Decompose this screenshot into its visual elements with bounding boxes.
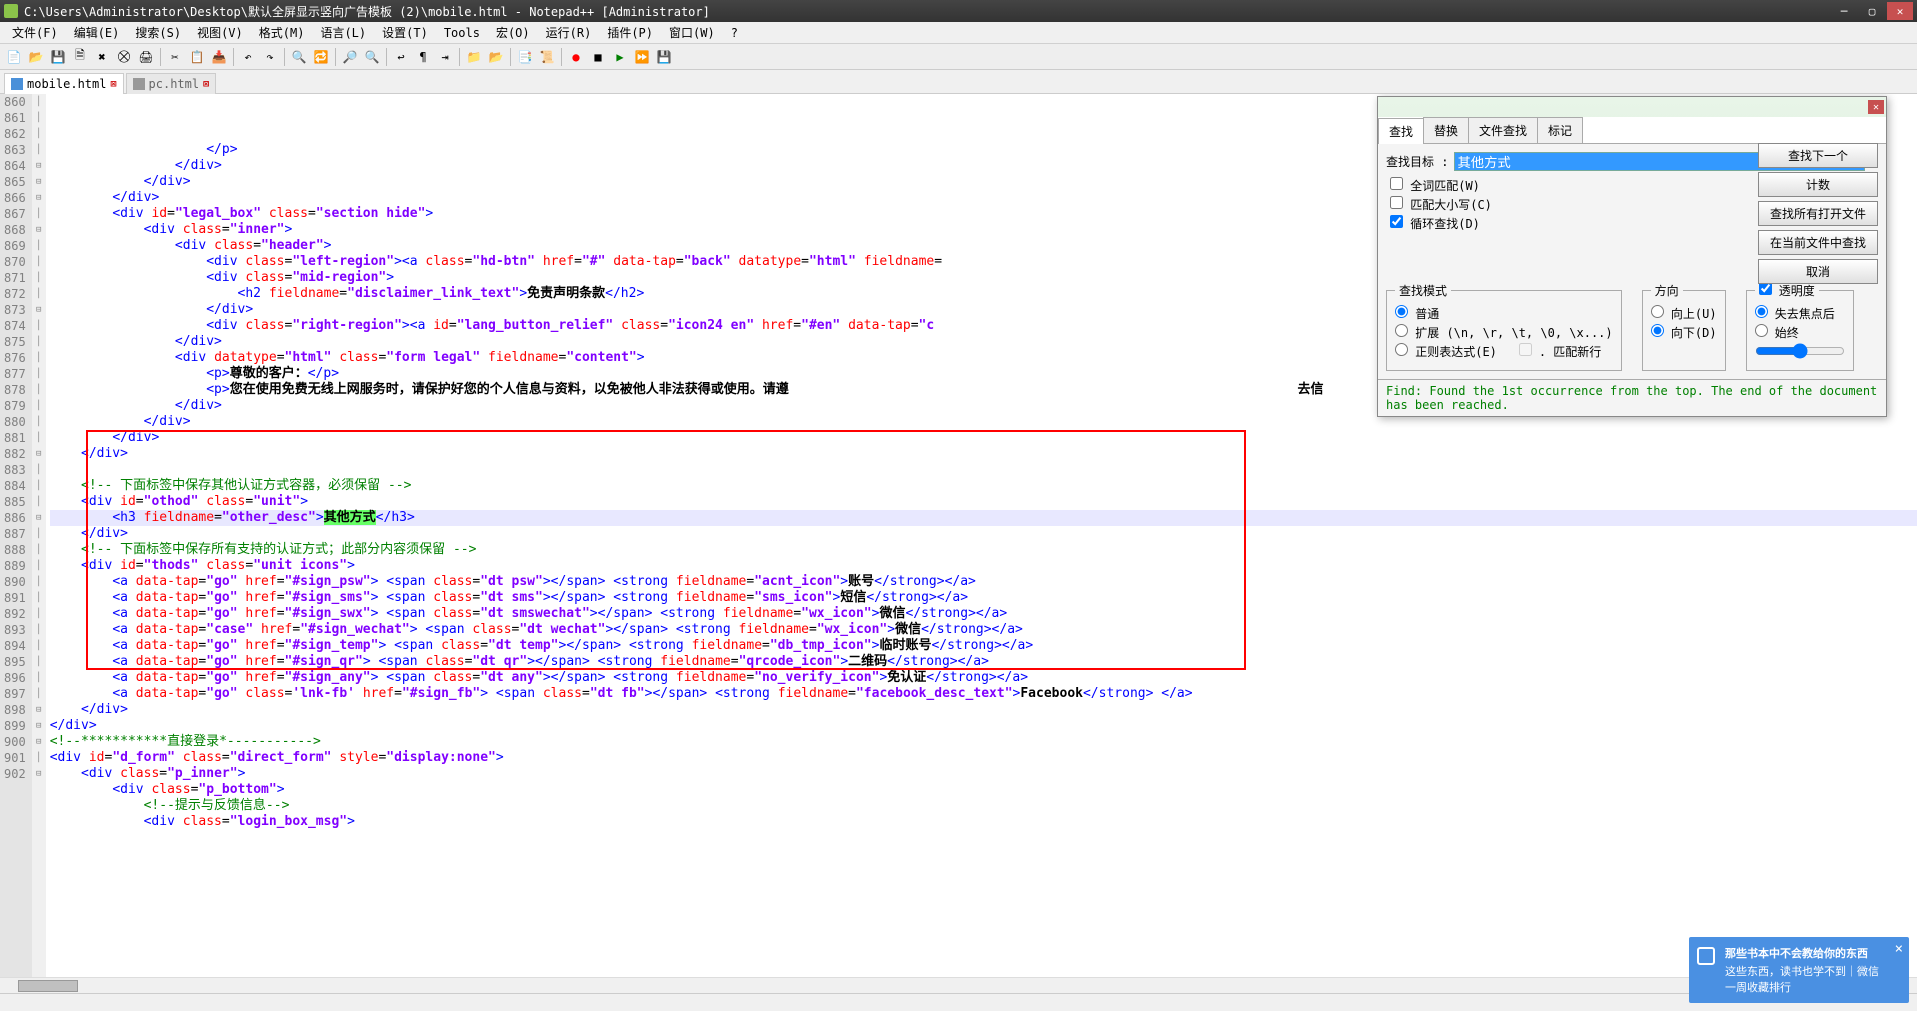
file-icon [133,78,145,90]
transparency-group: 透明度 失去焦点后 始终 [1746,282,1854,371]
close-button[interactable]: ✕ [1887,2,1913,20]
funclist-icon[interactable]: 📜 [537,47,557,67]
menu-run[interactable]: 运行(R) [538,22,600,43]
mode-normal-radio[interactable]: 普通 [1395,305,1613,322]
menu-help[interactable]: ? [723,24,746,42]
mode-regex-radio[interactable]: 正则表达式(E) . 匹配新行 [1395,343,1613,360]
undo-icon[interactable]: ↶ [238,47,258,67]
print-icon[interactable]: 🖨 [136,47,156,67]
transparency-slider[interactable] [1755,343,1845,359]
find-tab-mark[interactable]: 标记 [1537,117,1583,143]
saveall-icon[interactable]: 🗎 [70,47,90,67]
menu-format[interactable]: 格式(M) [251,22,313,43]
redo-icon[interactable]: ↷ [260,47,280,67]
zoomout-icon[interactable]: 🔍 [362,47,382,67]
find-all-open-button[interactable]: 查找所有打开文件 [1758,201,1878,226]
window-titlebar: C:\Users\Administrator\Desktop\默认全屏显示竖向广… [0,0,1917,22]
fold-icon[interactable]: 📁 [464,47,484,67]
count-button[interactable]: 计数 [1758,172,1878,197]
menu-edit[interactable]: 编辑(E) [66,22,128,43]
showall-icon[interactable]: ¶ [413,47,433,67]
macro-save-icon[interactable]: 💾 [654,47,674,67]
file-icon [11,78,23,90]
toolbar: 📄 📂 💾 🗎 ✖ ⛒ 🖨 ✂ 📋 📥 ↶ ↷ 🔍 🔁 🔎 🔍 ↩ ¶ ⇥ 📁 … [0,44,1917,70]
menu-bar: 文件(F) 编辑(E) 搜索(S) 视图(V) 格式(M) 语言(L) 设置(T… [0,22,1917,44]
menu-lang[interactable]: 语言(L) [312,22,374,43]
search-mode-group: 查找模式 普通 扩展 (\n, \r, \t, \0, \x...) 正则表达式… [1386,282,1622,371]
tab-mobile[interactable]: mobile.html ⊠ [4,73,124,94]
save-icon[interactable]: 💾 [48,47,68,67]
tab-label: pc.html [149,77,200,91]
copy-icon[interactable]: 📋 [187,47,207,67]
find-status: Find: Found the 1st occurrence from the … [1378,379,1886,416]
tab-pc[interactable]: pc.html ⊠ [126,73,217,94]
notification-toast[interactable]: × 那些书本中不会教给你的东西 这些东西，读书也学不到｜微信一周收藏排行 [1689,937,1909,1003]
toast-title: 那些书本中不会教给你的东西 [1725,945,1881,961]
macro-repeat-icon[interactable]: ⏩ [632,47,652,67]
find-tab-find[interactable]: 查找 [1378,118,1424,144]
dir-down-radio[interactable]: 向下(D) [1651,324,1717,341]
toast-icon [1697,947,1715,965]
find-in-current-button[interactable]: 在当前文件中查找 [1758,230,1878,255]
find-buttons: 查找下一个 计数 查找所有打开文件 在当前文件中查找 取消 [1758,143,1878,284]
find-target-label: 查找目标 : [1386,153,1448,170]
toast-close-icon[interactable]: × [1895,941,1903,957]
find-tab-replace[interactable]: 替换 [1423,117,1469,143]
minimize-button[interactable]: ─ [1831,2,1857,20]
find-close-icon[interactable]: ✕ [1868,100,1884,114]
window-title: C:\Users\Administrator\Desktop\默认全屏显示竖向广… [24,3,710,20]
macro-rec-icon[interactable]: ● [566,47,586,67]
menu-search[interactable]: 搜索(S) [127,22,189,43]
find-next-button[interactable]: 查找下一个 [1758,143,1878,168]
direction-group: 方向 向上(U) 向下(D) [1642,282,1726,371]
unfold-icon[interactable]: 📂 [486,47,506,67]
tab-close-icon[interactable]: ⊠ [110,79,116,90]
open-icon[interactable]: 📂 [26,47,46,67]
toast-body: 这些东西，读书也学不到｜微信一周收藏排行 [1725,963,1881,995]
fold-gutter[interactable]: ││││⊟⊟⊟│⊟││││⊟││││││││⊟│││⊟│││││││││││⊟⊟… [32,94,46,993]
indent-icon[interactable]: ⇥ [435,47,455,67]
app-icon [4,4,18,18]
menu-file[interactable]: 文件(F) [4,22,66,43]
cancel-button[interactable]: 取消 [1758,259,1878,284]
document-tabs: mobile.html ⊠ pc.html ⊠ [0,70,1917,94]
replace-icon[interactable]: 🔁 [311,47,331,67]
status-bar [0,993,1917,1011]
macro-play-icon[interactable]: ▶ [610,47,630,67]
horizontal-scrollbar[interactable] [0,977,1917,993]
find-dialog-titlebar[interactable]: ✕ [1378,97,1886,117]
menu-plugins[interactable]: 插件(P) [599,22,661,43]
tab-label: mobile.html [27,77,106,91]
cut-icon[interactable]: ✂ [165,47,185,67]
wordwrap-icon[interactable]: ↩ [391,47,411,67]
find-tab-infiles[interactable]: 文件查找 [1468,117,1538,143]
tab-close-icon[interactable]: ⊠ [203,79,209,90]
find-dialog: ✕ 查找 替换 文件查找 标记 查找目标 : ▾ 查找下一个 计数 查找所有打开… [1377,96,1887,417]
close-icon[interactable]: ✖ [92,47,112,67]
mode-extended-radio[interactable]: 扩展 (\n, \r, \t, \0, \x...) [1395,324,1613,341]
macro-stop-icon[interactable]: ■ [588,47,608,67]
editor-area: 8608618628638648658668678688698708718728… [0,94,1917,993]
trans-always-radio[interactable]: 始终 [1755,324,1845,341]
paste-icon[interactable]: 📥 [209,47,229,67]
closeall-icon[interactable]: ⛒ [114,47,134,67]
find-icon[interactable]: 🔍 [289,47,309,67]
line-number-gutter: 8608618628638648658668678688698708718728… [0,94,32,993]
doclist-icon[interactable]: 📑 [515,47,535,67]
menu-view[interactable]: 视图(V) [189,22,251,43]
trans-lostfocus-radio[interactable]: 失去焦点后 [1755,305,1845,322]
menu-settings[interactable]: 设置(T) [374,22,436,43]
find-tabs: 查找 替换 文件查找 标记 [1378,117,1886,144]
menu-macro[interactable]: 宏(O) [488,22,538,43]
scrollbar-thumb[interactable] [18,980,78,992]
zoomin-icon[interactable]: 🔎 [340,47,360,67]
maximize-button[interactable]: ▢ [1859,2,1885,20]
menu-tools[interactable]: Tools [436,24,488,42]
dir-up-radio[interactable]: 向上(U) [1651,305,1717,322]
new-icon[interactable]: 📄 [4,47,24,67]
menu-window[interactable]: 窗口(W) [661,22,723,43]
